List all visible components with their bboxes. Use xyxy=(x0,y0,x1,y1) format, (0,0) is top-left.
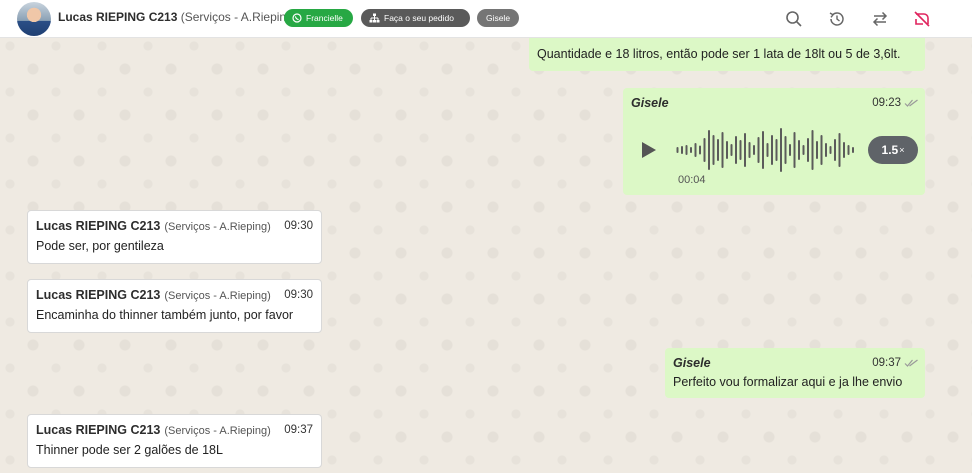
message-sender: Lucas RIEPING C213 (Serviços - A.Rieping) xyxy=(36,288,271,302)
playback-speed-value: 1.5 xyxy=(881,143,899,157)
sender-name: Lucas RIEPING C213 xyxy=(36,219,161,233)
sender-company: (Serviços - A.Rieping) xyxy=(164,425,271,437)
history-icon[interactable] xyxy=(827,9,847,29)
incoming-message[interactable]: Lucas RIEPING C213 (Serviços - A.Rieping)… xyxy=(27,210,322,264)
contact-company: (Serviços - A.Rieping) xyxy=(180,10,297,24)
contact-avatar[interactable] xyxy=(17,2,51,36)
message-text: Perfeito vou formalizar aqui e ja lhe en… xyxy=(673,375,903,389)
play-icon[interactable] xyxy=(641,141,657,159)
incoming-message[interactable]: Lucas RIEPING C213 (Serviços - A.Rieping)… xyxy=(27,279,322,333)
contact-name: Lucas RIEPING C213 xyxy=(58,10,178,24)
message-author: Gisele xyxy=(673,356,711,370)
message-time: 09:30 xyxy=(284,220,313,232)
agent-tag[interactable]: Gisele xyxy=(477,9,519,27)
message-time: 09:30 xyxy=(284,289,313,301)
sender-name: Lucas RIEPING C213 xyxy=(36,423,161,437)
message-time: 09:37 xyxy=(284,424,313,436)
message-text: Pode ser, por gentileza xyxy=(36,239,164,253)
chat-header: Lucas RIEPING C213 (Serviços - A.Rieping… xyxy=(0,0,972,38)
whatsapp-tag-label: Francielle xyxy=(306,13,343,23)
outgoing-audio-message[interactable]: Gisele 09:23 00:04 1.5 × xyxy=(623,88,925,195)
transfer-icon[interactable] xyxy=(870,9,890,29)
unread-icon[interactable] xyxy=(912,9,932,29)
message-author: Gisele xyxy=(631,96,669,110)
message-sender: Lucas RIEPING C213 (Serviços - A.Rieping) xyxy=(36,219,271,233)
audio-waveform[interactable] xyxy=(676,127,856,173)
sender-name: Lucas RIEPING C213 xyxy=(36,288,161,302)
whatsapp-icon xyxy=(292,13,302,23)
message-time: 09:23 xyxy=(872,97,901,109)
playback-speed-button[interactable]: 1.5 × xyxy=(868,136,918,164)
audio-duration: 00:04 xyxy=(678,174,706,186)
outgoing-message[interactable]: Gisele 09:37 Perfeito vou formalizar aqu… xyxy=(665,348,925,398)
search-icon[interactable] xyxy=(784,9,804,29)
outgoing-message[interactable]: Quantidade e 18 litros, então pode ser 1… xyxy=(529,38,925,71)
chat-area[interactable]: Quantidade e 18 litros, então pode ser 1… xyxy=(0,38,972,473)
incoming-message[interactable]: Lucas RIEPING C213 (Serviços - A.Rieping)… xyxy=(27,414,322,468)
whatsapp-channel-tag[interactable]: Francielle xyxy=(284,9,353,27)
message-time: 09:37 xyxy=(872,357,901,369)
playback-speed-unit: × xyxy=(899,145,905,155)
agent-tag-label: Gisele xyxy=(485,13,511,23)
read-check-icon xyxy=(904,359,918,367)
contact-title[interactable]: Lucas RIEPING C213 (Serviços - A.Rieping… xyxy=(58,10,297,24)
message-text: Encaminha do thinner também junto, por f… xyxy=(36,308,294,322)
message-sender: Lucas RIEPING C213 (Serviços - A.Rieping) xyxy=(36,423,271,437)
order-tag[interactable]: Faça o seu pedido xyxy=(361,9,470,27)
message-text: Quantidade e 18 litros, então pode ser 1… xyxy=(537,47,901,61)
message-text: Thinner pode ser 2 galões de 18L xyxy=(36,443,223,457)
sender-company: (Serviços - A.Rieping) xyxy=(164,290,271,302)
read-check-icon xyxy=(904,99,918,107)
sender-company: (Serviços - A.Rieping) xyxy=(164,221,271,233)
order-tag-label: Faça o seu pedido xyxy=(384,13,454,23)
sitemap-icon xyxy=(369,13,380,23)
